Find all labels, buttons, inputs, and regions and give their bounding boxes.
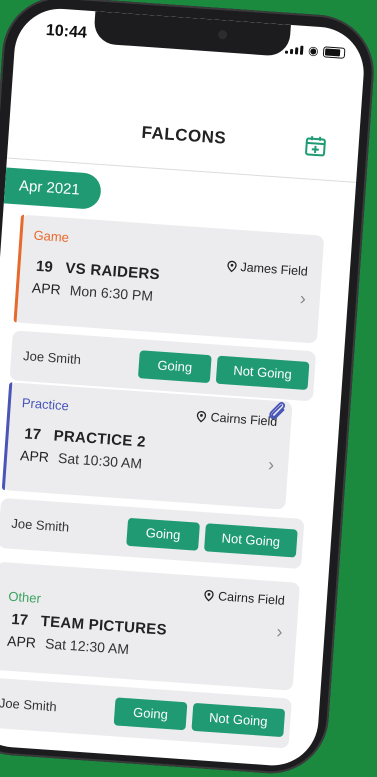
chevron-right-icon[interactable]: › <box>276 621 283 642</box>
event-time-line: APR Sat 10:30 AM <box>20 447 143 471</box>
not-going-button[interactable]: Not Going <box>216 356 310 390</box>
going-button[interactable]: Going <box>126 518 200 551</box>
rsvp-row: Joe Smith Going Not Going <box>0 677 292 748</box>
chevron-right-icon[interactable]: › <box>267 454 274 475</box>
event-title: VS RAIDERS <box>65 260 161 284</box>
event-type-bar <box>2 382 13 490</box>
event-card[interactable]: Practice Cairns Field 17 PRACTICE 2 APR … <box>2 382 293 510</box>
going-button[interactable]: Going <box>138 350 212 383</box>
notch <box>93 11 291 57</box>
event-time-line: APR Sat 12:30 AM <box>7 633 130 657</box>
event-day: 17 <box>21 425 44 443</box>
event-time-line: APR Mon 6:30 PM <box>31 280 153 304</box>
not-going-button[interactable]: Not Going <box>204 523 298 557</box>
event-game: Game James Field 19 VS RAIDERS APR Mon 6… <box>9 215 324 402</box>
chevron-right-icon[interactable]: › <box>299 288 306 309</box>
event-practice: Practice Cairns Field 17 PRACTICE 2 APR … <box>2 382 293 510</box>
location-pin-icon <box>203 589 216 602</box>
event-date-line: 17 PRACTICE 2 <box>21 425 146 451</box>
event-title: TEAM PICTURES <box>40 613 167 639</box>
event-type-bar <box>13 215 24 323</box>
event-type: Game <box>33 228 309 262</box>
event-day: 19 <box>33 258 56 276</box>
member-name: Joe Smith <box>23 348 82 367</box>
event-time: Mon 6:30 PM <box>69 282 153 304</box>
event-time: Sat 12:30 AM <box>45 635 130 657</box>
event-card[interactable]: Other Cairns Field 17 TEAM PICTURES APR … <box>0 562 300 691</box>
paperclip-icon[interactable] <box>265 398 289 423</box>
app-screen: 10:44 ◉ FALCONS Apr 2021 Game <box>0 6 367 769</box>
event-month: APR <box>7 633 38 651</box>
member-name: Joe Smith <box>11 516 70 535</box>
location-pin-icon <box>225 260 238 273</box>
event-location: James Field <box>225 259 308 279</box>
signal-icon <box>285 44 304 54</box>
event-month: APR <box>20 447 51 465</box>
battery-icon <box>323 46 346 59</box>
event-practice-rsvp: Joe Smith Going Not Going <box>0 498 304 569</box>
calendar-plus-icon[interactable] <box>304 134 327 157</box>
phone-frame: 10:44 ◉ FALCONS Apr 2021 Game <box>0 0 377 777</box>
status-icons: ◉ <box>285 43 346 59</box>
event-month: APR <box>31 280 62 298</box>
event-other: Other Cairns Field 17 TEAM PICTURES APR … <box>0 562 300 749</box>
event-card[interactable]: Game James Field 19 VS RAIDERS APR Mon 6… <box>13 215 324 344</box>
status-time: 10:44 <box>45 22 87 43</box>
month-header[interactable]: Apr 2021 <box>4 167 102 210</box>
event-day: 17 <box>8 611 31 629</box>
not-going-button[interactable]: Not Going <box>191 703 285 737</box>
rsvp-row: Joe Smith Going Not Going <box>0 498 304 569</box>
event-date-line: 19 VS RAIDERS <box>33 258 161 284</box>
location-pin-icon <box>195 410 208 423</box>
going-button[interactable]: Going <box>114 697 188 730</box>
event-time: Sat 10:30 AM <box>58 450 143 472</box>
location-label: James Field <box>240 260 308 279</box>
event-title: PRACTICE 2 <box>53 427 146 450</box>
wifi-icon: ◉ <box>308 44 319 57</box>
camera <box>218 30 228 40</box>
